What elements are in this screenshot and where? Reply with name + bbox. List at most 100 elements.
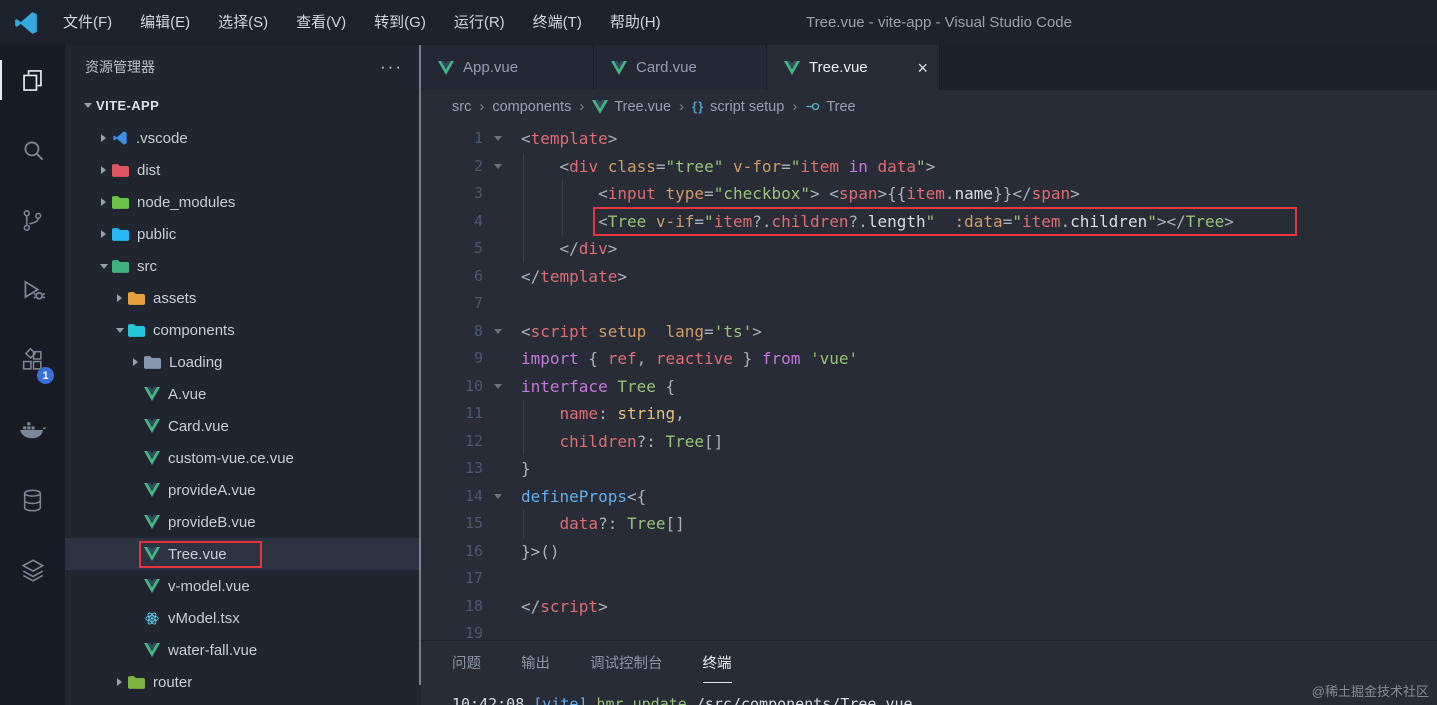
more-actions-icon[interactable]: ···	[380, 57, 403, 77]
tree-item-vmodel-tsx[interactable]: vModel.tsx	[65, 602, 421, 634]
breadcrumb-item-src[interactable]: src	[452, 99, 471, 115]
line-number: 11	[464, 404, 483, 422]
tree-item-v-model-vue[interactable]: v-model.vue	[65, 570, 421, 602]
activity-search[interactable]	[0, 115, 65, 185]
code-line[interactable]: 10 interface Tree {	[421, 373, 1437, 401]
menu-item-查看-v-[interactable]: 查看(V)	[282, 0, 360, 45]
code-line[interactable]: 6 </template>	[421, 263, 1437, 291]
tree-item--vscode[interactable]: .vscode	[65, 122, 421, 154]
code-editor[interactable]: 1 <template> 2 <div class="tree" v-for="it…	[421, 123, 1437, 640]
line-number: 10	[464, 376, 483, 395]
menu-item-转到-g-[interactable]: 转到(G)	[360, 0, 440, 45]
tree-item-custom-vue-ce-vue[interactable]: custom-vue.ce.vue	[65, 442, 421, 474]
tree-item-card-vue[interactable]: Card.vue	[65, 410, 421, 442]
activity-database[interactable]	[0, 465, 65, 535]
code-line[interactable]: 11 name: string,	[421, 400, 1437, 428]
panel-tab-调试控制台[interactable]: 调试控制台	[590, 652, 663, 683]
code-line[interactable]: 2 <div class="tree" v-for="item in data"…	[421, 153, 1437, 181]
chevron-right-icon	[111, 294, 128, 302]
code-line[interactable]: 1 <template>	[421, 125, 1437, 153]
breadcrumb-item-tree-vue[interactable]: Tree.vue	[592, 99, 671, 115]
breadcrumb-item-components[interactable]: components	[492, 99, 571, 115]
code-line[interactable]: 4 <Tree v-if="item?.children?.length" :d…	[421, 206, 1437, 236]
tree-item-a-vue[interactable]: A.vue	[65, 378, 421, 410]
code-line[interactable]: 12 children?: Tree[]	[421, 428, 1437, 456]
activity-run-debug[interactable]	[0, 255, 65, 325]
panel-tab-输出[interactable]: 输出	[521, 652, 550, 683]
code-line[interactable]: 13}	[421, 455, 1437, 483]
code-line[interactable]: 16}>()	[421, 538, 1437, 566]
menu-item-选择-s-[interactable]: 选择(S)	[204, 0, 282, 45]
tree-item-dist[interactable]: dist	[65, 154, 421, 186]
editor-tabs: App.vue Card.vue Tree.vue ×	[421, 45, 1437, 90]
code-line[interactable]: 9 import { ref, reactive } from 'vue'	[421, 345, 1437, 373]
fold-chevron-icon[interactable]	[483, 328, 513, 334]
editor-group: App.vue Card.vue Tree.vue × src › components ›…	[421, 45, 1437, 705]
tab-app-vue[interactable]: App.vue	[421, 45, 594, 90]
tree-item-label: provideB.vue	[168, 513, 256, 531]
line-number: 12	[464, 431, 483, 450]
menu-item-文件-f-[interactable]: 文件(F)	[49, 0, 126, 45]
code-line[interactable]: 3 <input type="checkbox"> <span>{{item.n…	[421, 180, 1437, 208]
tree-item-node-modules[interactable]: node_modules	[65, 186, 421, 218]
tree-item-provideb-vue[interactable]: provideB.vue	[65, 506, 421, 538]
breadcrumb-item-script-setup[interactable]: {} script setup	[692, 99, 784, 115]
code-line[interactable]: 17	[421, 565, 1437, 593]
badge: 1	[37, 367, 54, 384]
code-text: children?: Tree[]	[559, 431, 724, 451]
tree-item-src[interactable]: src	[65, 250, 421, 282]
tree-item-water-fall-vue[interactable]: water-fall.vue	[65, 634, 421, 666]
code-text: }	[521, 459, 531, 478]
menu-item-运行-r-[interactable]: 运行(R)	[440, 0, 519, 45]
tab-tree-vue[interactable]: Tree.vue ×	[767, 45, 940, 90]
tree-item-public[interactable]: public	[65, 218, 421, 250]
panel-tab-终端[interactable]: 终端	[702, 652, 732, 683]
line-number: 3	[473, 184, 483, 202]
close-icon[interactable]: ×	[917, 59, 928, 77]
tree-item-assets[interactable]: assets	[65, 282, 421, 314]
tree-item-content: .vscode	[112, 130, 188, 147]
code-line[interactable]: 7	[421, 290, 1437, 318]
menu-item-编辑-e-[interactable]: 编辑(E)	[126, 0, 204, 45]
menu-item-帮助-h-[interactable]: 帮助(H)	[596, 0, 675, 45]
line-number: 19	[464, 624, 483, 640]
tree-item-label: assets	[153, 289, 197, 307]
folder-icon	[144, 355, 161, 369]
tree-item-components[interactable]: components	[65, 314, 421, 346]
tab-card-vue[interactable]: Card.vue	[594, 45, 767, 90]
tree-item-label: provideA.vue	[168, 481, 256, 499]
activity-explorer[interactable]	[0, 45, 65, 115]
tree-item-content: provideB.vue	[144, 514, 256, 531]
tree-item-label: dist	[137, 161, 161, 179]
activity-layers[interactable]	[0, 535, 65, 605]
code-line[interactable]: 5 </div>	[421, 235, 1437, 263]
tree-item-providea-vue[interactable]: provideA.vue	[65, 474, 421, 506]
code-line[interactable]: 19	[421, 620, 1437, 640]
panel-tab-问题[interactable]: 问题	[452, 652, 481, 683]
tree-item-tree-vue[interactable]: Tree.vue	[65, 538, 421, 570]
line-number: 15	[464, 514, 483, 532]
code-line[interactable]: 14 defineProps<{	[421, 483, 1437, 511]
fold-chevron-icon[interactable]	[483, 383, 513, 389]
code-line[interactable]: 18 </script>	[421, 593, 1437, 621]
activity-docker[interactable]	[0, 395, 65, 465]
tree-item-label: router	[153, 673, 193, 691]
fold-chevron-icon[interactable]	[483, 163, 513, 169]
fold-chevron-icon[interactable]	[483, 493, 513, 499]
breadcrumb-item-tree[interactable]: Tree	[805, 99, 856, 115]
menu-item-终端-t-[interactable]: 终端(T)	[519, 0, 596, 45]
code-line[interactable]: 8 <script setup lang='ts'>	[421, 318, 1437, 346]
explorer-sidebar: 资源管理器 ··· VITE-APP .vscode dist node_modul…	[65, 45, 421, 705]
tree-root-vite-app[interactable]: VITE-APP	[65, 89, 421, 122]
tree-item-content: custom-vue.ce.vue	[144, 450, 294, 467]
tree-item-loading[interactable]: Loading	[65, 346, 421, 378]
tree-item-router[interactable]: router	[65, 666, 421, 698]
breadcrumb-label: src	[452, 98, 472, 115]
tree-item-label: .vscode	[136, 129, 188, 147]
vscode-icon	[112, 130, 128, 146]
code-line[interactable]: 15 data?: Tree[]	[421, 510, 1437, 538]
chevron-down-icon	[111, 327, 128, 333]
activity-extensions[interactable]: 1	[0, 325, 65, 395]
fold-chevron-icon[interactable]	[483, 136, 513, 142]
activity-source-control[interactable]	[0, 185, 65, 255]
